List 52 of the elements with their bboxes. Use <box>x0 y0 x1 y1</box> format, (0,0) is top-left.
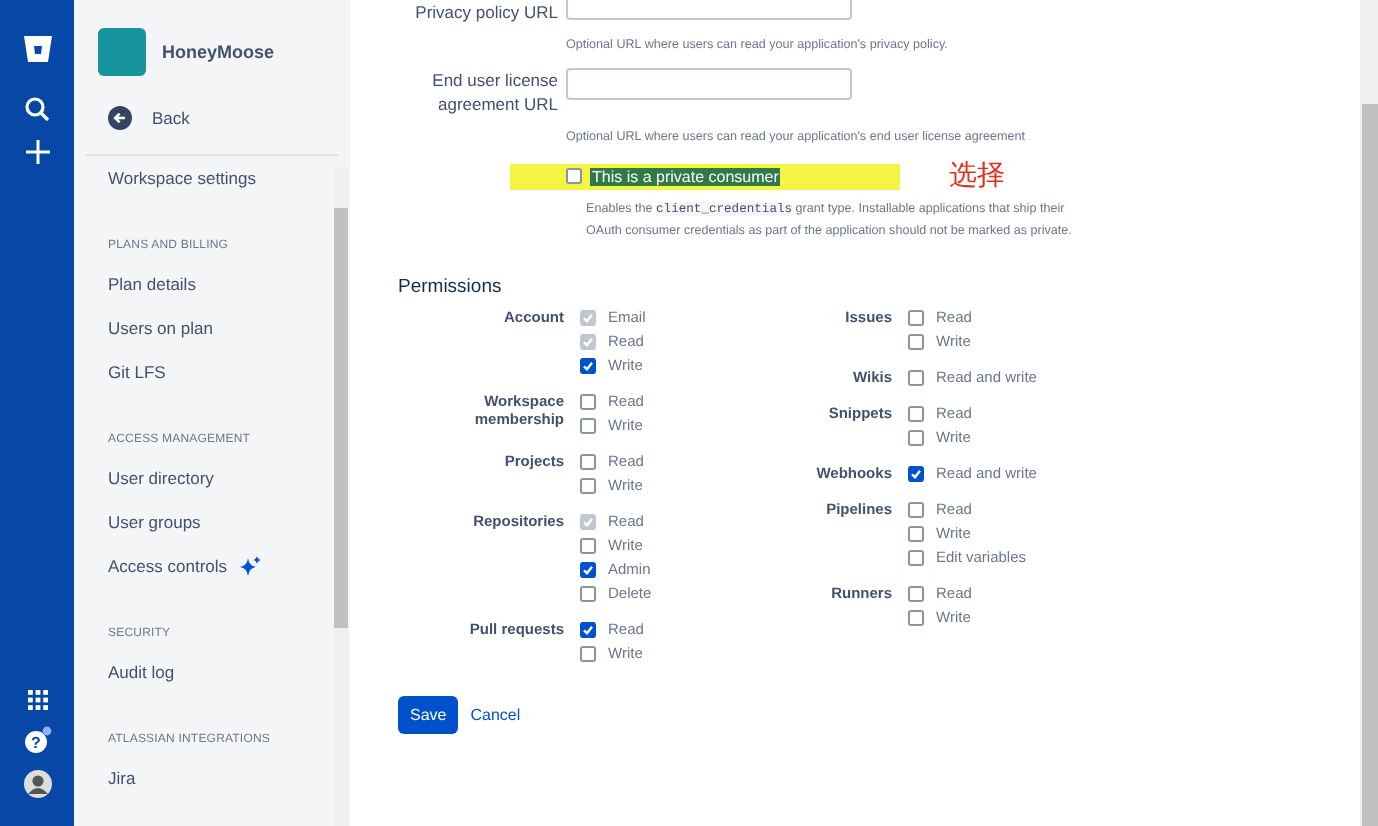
sidebar-item[interactable]: Plan details <box>108 262 322 306</box>
bucket-logo-icon[interactable] <box>23 36 51 62</box>
sidebar-item[interactable]: Access controls <box>108 544 322 588</box>
checkbox[interactable] <box>580 621 596 637</box>
sidebar-item[interactable]: Jira <box>108 756 322 800</box>
checkbox[interactable] <box>908 549 924 565</box>
checkbox[interactable] <box>908 465 924 481</box>
checkbox[interactable] <box>580 585 596 601</box>
workspace-name: HoneyMoose <box>162 42 275 62</box>
checkbox[interactable] <box>580 561 596 577</box>
back-arrow-icon <box>108 106 132 130</box>
checkbox[interactable] <box>908 333 924 349</box>
app-grid-icon[interactable] <box>27 690 47 710</box>
checkbox[interactable] <box>566 168 582 184</box>
sidebar-item[interactable]: Workspace settings <box>108 156 322 200</box>
sidebar-scrollbar[interactable] <box>334 168 348 826</box>
sidebar-item[interactable]: User groups <box>108 500 322 544</box>
sidebar-item[interactable]: Git LFS <box>108 350 322 394</box>
checkbox[interactable] <box>908 585 924 601</box>
url-input-field[interactable] <box>566 68 852 100</box>
field-label: Privacy policy URL <box>413 0 558 24</box>
plus-icon[interactable] <box>25 140 49 164</box>
search-icon[interactable] <box>24 96 50 122</box>
checkbox[interactable] <box>908 405 924 421</box>
checkbox[interactable] <box>580 477 596 493</box>
annotation-text: 选择 <box>948 158 1005 194</box>
section-heading: Permissions <box>398 276 504 298</box>
sparkle-icon <box>239 555 262 577</box>
checkbox[interactable] <box>908 525 924 541</box>
sidebar-item[interactable]: User directory <box>108 456 322 500</box>
checkbox[interactable] <box>908 501 924 517</box>
save-button[interactable]: Save <box>398 696 459 734</box>
checkbox[interactable] <box>908 369 924 385</box>
checkbox-label: This is a private consumer <box>590 167 781 185</box>
page-scrollbar[interactable] <box>1360 0 1378 826</box>
checkbox[interactable] <box>908 429 924 445</box>
checkbox[interactable] <box>580 537 596 553</box>
checkbox[interactable] <box>580 645 596 661</box>
checkbox[interactable] <box>580 417 596 433</box>
avatar-icon[interactable] <box>23 770 51 798</box>
checkbox[interactable] <box>580 393 596 409</box>
checkbox[interactable] <box>908 309 924 325</box>
workspace-logo-icon <box>98 28 146 76</box>
field-label: End user license agreement URL <box>430 68 558 116</box>
cancel-link[interactable]: Cancel <box>470 706 521 724</box>
checkbox[interactable] <box>580 357 596 373</box>
help-icon[interactable]: ? <box>23 726 51 754</box>
checkbox[interactable] <box>580 453 596 469</box>
sidebar-item[interactable]: Users on plan <box>108 306 322 350</box>
checkbox[interactable] <box>908 609 924 625</box>
back-link[interactable]: Back <box>74 76 350 130</box>
sidebar-item[interactable]: Audit log <box>108 650 322 694</box>
